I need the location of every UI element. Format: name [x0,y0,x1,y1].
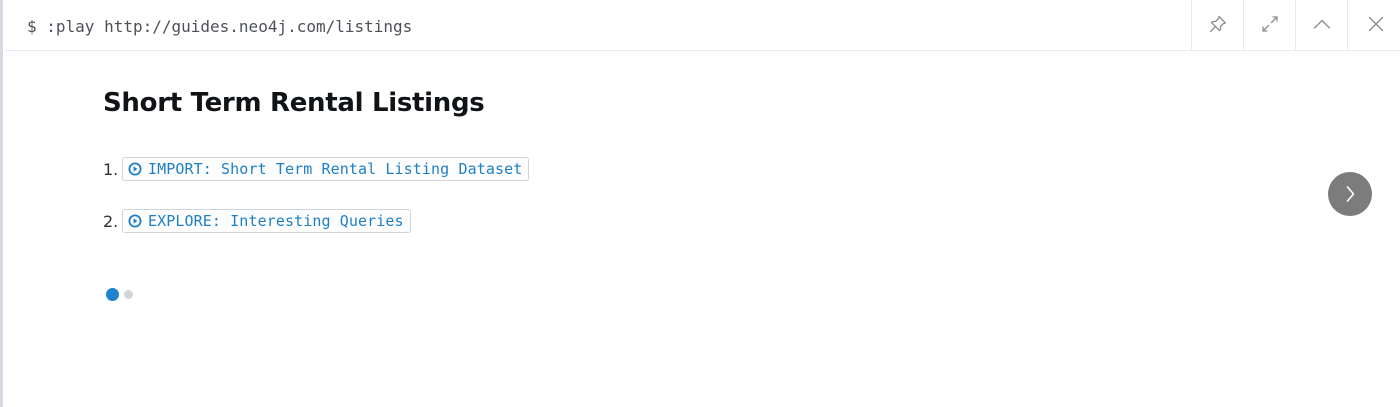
slide-dot[interactable] [124,290,133,299]
pin-button[interactable] [1191,0,1243,51]
list-item-number: 1. [103,159,119,179]
play-circle-icon [128,162,142,176]
play-link-label: IMPORT: Short Term Rental Listing Datase… [148,160,523,178]
list-item-number: 2. [103,211,119,231]
collapse-icon [1312,14,1332,38]
fullscreen-button[interactable] [1243,0,1295,51]
expand-icon [1260,14,1280,38]
collapse-button[interactable] [1295,0,1347,51]
frame-header: $ :play http://guides.neo4j.com/listings [6,0,1400,51]
play-explore-link[interactable]: EXPLORE: Interesting Queries [122,209,411,233]
pin-icon [1208,14,1228,38]
slide-dot-active[interactable] [106,288,119,301]
slide-pagination [106,288,133,301]
guide-title: Short Term Rental Listings [103,88,485,118]
chevron-right-icon [1340,184,1360,204]
play-import-link[interactable]: IMPORT: Short Term Rental Listing Datase… [122,157,530,181]
close-button[interactable] [1347,0,1400,51]
play-circle-icon [128,214,142,228]
guide-frame: $ :play http://guides.neo4j.com/listings [0,0,1400,407]
next-slide-button[interactable] [1328,172,1372,216]
command-text[interactable]: $ :play http://guides.neo4j.com/listings [27,0,412,51]
play-link-label: EXPLORE: Interesting Queries [148,212,404,230]
list-item: 1. IMPORT: Short Term Rental Listing Dat… [103,156,530,182]
close-icon [1366,14,1386,38]
list-item: 2. EXPLORE: Interesting Queries [103,208,411,234]
